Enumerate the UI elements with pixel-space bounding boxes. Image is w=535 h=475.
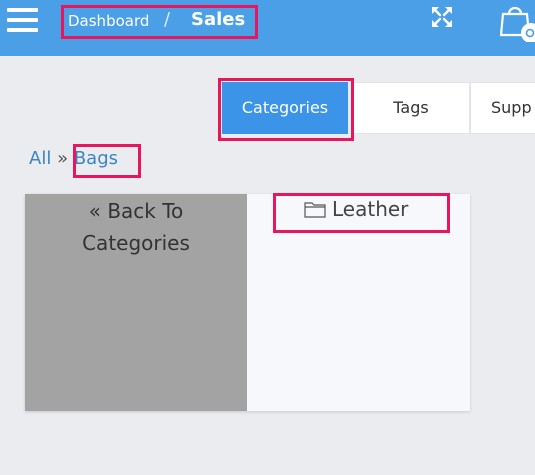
- path-all-link[interactable]: All: [29, 148, 51, 169]
- menu-icon[interactable]: [7, 8, 39, 32]
- back-to-label: « Back To: [88, 199, 184, 223]
- breadcrumb-dashboard-link[interactable]: Dashboard: [68, 12, 149, 30]
- category-path: All » Bags: [29, 148, 118, 169]
- tab-categories[interactable]: Categories: [222, 82, 348, 134]
- category-grid: « Back To Categories Leather: [25, 194, 470, 411]
- tab-tags[interactable]: Tags: [352, 82, 470, 134]
- back-arrow-icon: «: [88, 199, 101, 223]
- breadcrumb-current: Sales: [191, 9, 246, 30]
- expand-icon[interactable]: [431, 6, 453, 28]
- top-bar: Dashboard / Sales: [0, 0, 535, 56]
- folder-tile-leather[interactable]: Leather: [247, 194, 470, 411]
- folder-icon: [304, 202, 326, 218]
- tab-supp[interactable]: Supp: [470, 82, 535, 134]
- categories-label: Categories: [82, 231, 190, 255]
- back-to-categories-tile[interactable]: « Back To Categories: [25, 194, 247, 411]
- path-separator: »: [57, 148, 69, 169]
- breadcrumb-separator: /: [164, 9, 171, 30]
- folder-name: Leather: [332, 197, 409, 221]
- path-current: Bags: [73, 148, 118, 169]
- shopping-bag-icon[interactable]: [500, 2, 535, 42]
- breadcrumb: Dashboard / Sales: [61, 5, 258, 39]
- folder-label: Leather: [304, 197, 408, 221]
